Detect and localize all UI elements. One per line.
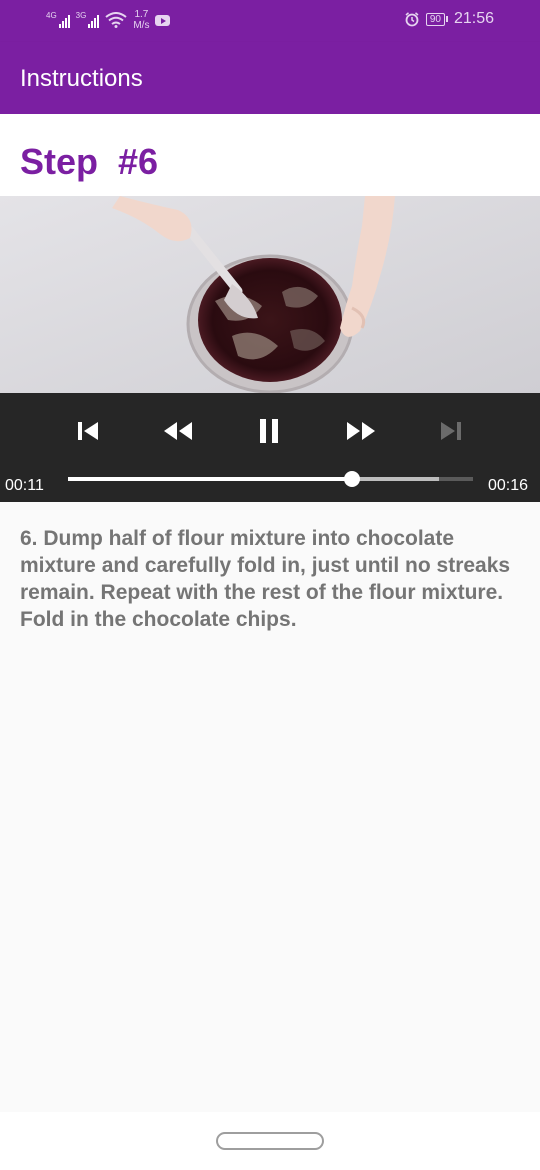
skip-next-button[interactable] <box>431 413 471 449</box>
app-bar-title: Instructions <box>20 65 143 92</box>
skip-previous-button[interactable] <box>68 413 108 449</box>
rewind-button[interactable] <box>158 413 198 449</box>
network-speed-unit: M/s <box>133 20 150 31</box>
skip-previous-icon <box>78 422 98 440</box>
player-controls: 00:11 00:16 <box>0 393 540 502</box>
step-description: 6. Dump half of flour mixture into choco… <box>20 527 511 631</box>
status-left-group: 4G 3G 1.7 M/s <box>46 9 171 31</box>
video-frame[interactable] <box>0 196 540 393</box>
status-right-group: 90 21:56 <box>404 10 494 28</box>
pause-button[interactable] <box>249 413 289 449</box>
seek-bar[interactable] <box>68 471 473 487</box>
seek-thumb[interactable] <box>343 471 360 487</box>
seek-played <box>68 477 352 481</box>
battery-icon: 90 <box>425 12 448 26</box>
status-bar: 4G 3G 1.7 M/s 90 21:56 <box>0 0 540 42</box>
step-header: Step #6 <box>0 114 540 196</box>
step-title: Step #6 <box>20 141 159 182</box>
fast-forward-button[interactable] <box>341 413 381 449</box>
alarm-icon <box>405 12 419 27</box>
rewind-icon <box>164 422 192 440</box>
network-speed-value: 1.7 <box>134 9 149 20</box>
network-type-2: 3G <box>75 11 87 20</box>
home-gesture-pill[interactable] <box>216 1132 324 1150</box>
signal-icon: 3G <box>76 12 100 28</box>
clock: 21:56 <box>453 10 494 27</box>
signal-icon: 4G <box>46 12 70 28</box>
wifi-icon <box>105 12 127 28</box>
battery-level: 90 <box>425 12 445 26</box>
pause-icon <box>260 419 278 443</box>
network-type-1: 4G <box>46 11 57 20</box>
fast-forward-icon <box>347 422 375 440</box>
skip-next-icon <box>441 422 461 440</box>
video-thumbnail <box>0 196 540 393</box>
navigation-bar <box>0 1112 540 1170</box>
app-bar: Instructions <box>0 42 540 114</box>
youtube-icon <box>155 14 171 26</box>
elapsed-time: 00:11 <box>5 477 44 494</box>
network-speed: 1.7 M/s <box>133 9 149 31</box>
duration-time: 00:16 <box>488 477 529 494</box>
